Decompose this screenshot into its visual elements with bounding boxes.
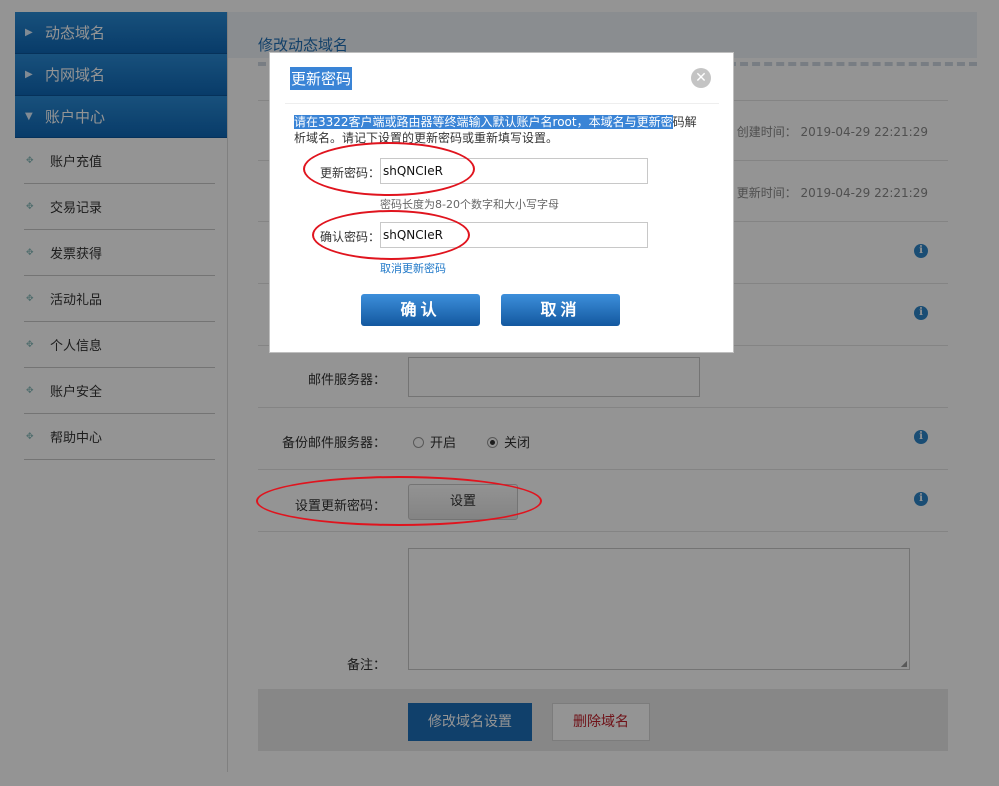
- description-highlight: 请在3322客户端或路由器等终端输入默认账户名root，本域名与更新密: [294, 115, 673, 129]
- annotation-ellipse: [303, 142, 475, 196]
- confirm-button[interactable]: 确认: [361, 294, 480, 326]
- cancel-button[interactable]: 取消: [501, 294, 620, 326]
- dialog-description: 请在3322客户端或路由器等终端输入默认账户名root，本域名与更新密码解析域名…: [294, 114, 709, 146]
- dialog-title: 更新密码: [290, 67, 353, 90]
- cancel-update-link[interactable]: 取消更新密码: [380, 260, 446, 276]
- description-text: 码解: [672, 115, 697, 129]
- close-icon[interactable]: ✕: [691, 68, 711, 88]
- dialog-header: 更新密码 ✕: [270, 53, 733, 103]
- description-text-2: 析域名。请记下设置的更新密码或重新填写设置。: [294, 131, 559, 145]
- annotation-ellipse: [312, 210, 470, 260]
- annotation-ellipse: [256, 476, 542, 526]
- update-password-dialog: 更新密码 ✕ 请在3322客户端或路由器等终端输入默认账户名root，本域名与更…: [269, 52, 734, 353]
